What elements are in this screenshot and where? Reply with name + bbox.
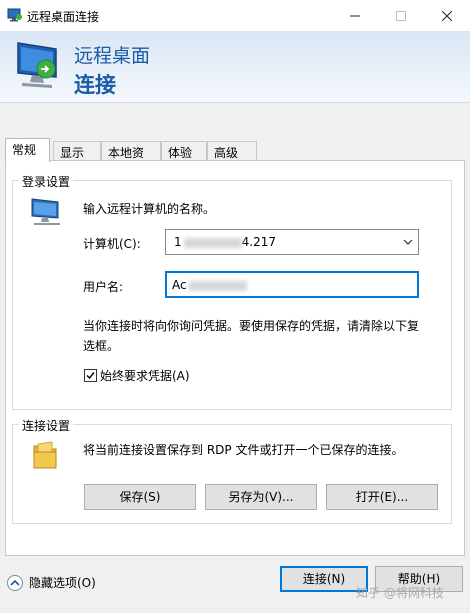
maximize-icon [396,10,406,21]
minimize-button[interactable] [332,0,378,31]
connect-button[interactable]: 连接(N) [280,566,368,592]
computer-value: 1 4.217 [174,235,276,249]
banner-title-line2: 连接 [74,73,116,97]
hide-options-toggle[interactable]: 隐藏选项(O) [7,574,96,591]
watermark-text: 知乎 @将网科技 [356,586,444,600]
login-settings-title: 登录设置 [19,173,74,190]
remote-desktop-icon [17,42,57,88]
window-title: 远程桌面连接 [27,10,100,24]
always-ask-credentials-row[interactable]: 始终要求凭据(A) [84,367,190,384]
always-ask-credentials-label: 始终要求凭据(A) [100,369,190,383]
username-value: Ac [172,278,247,292]
tab-display[interactable]: 显示 [53,141,101,161]
save-as-button[interactable]: 另存为(V)... [205,484,317,510]
tab-advanced[interactable]: 高级 [207,141,257,161]
hide-options-label[interactable]: 隐藏选项(O) [29,574,96,591]
computer-combobox[interactable]: 1 4.217 [165,229,419,255]
banner-header: 远程桌面 连接 [0,31,470,103]
computer-label: 计算机(C): [83,237,141,251]
connection-settings-title: 连接设置 [19,417,74,434]
computer-value-suffix: 4.217 [241,235,276,249]
computer-icon [31,198,60,225]
tab-general[interactable]: 常规 [5,138,50,162]
computer-value-prefix: 1 [174,235,182,249]
title-bar: 远程桌面连接 [0,0,470,31]
chevron-up-icon[interactable] [7,574,23,591]
save-button[interactable]: 保存(S) [84,484,196,510]
close-icon [442,10,452,21]
username-input[interactable]: Ac [165,271,419,298]
tab-local-resources[interactable]: 本地资源 [101,141,161,177]
tab-experience[interactable]: 体验 [161,141,207,161]
maximize-button[interactable] [378,0,424,31]
checkmark-icon [86,372,95,380]
minimize-icon [350,15,360,16]
banner-title-line1: 远程桌面 [74,45,151,67]
credential-note: 当你连接时将向你询问凭据。要使用保存的凭据，请清除以下复选框。 [83,319,420,353]
folder-icon [33,441,57,469]
connection-settings-description: 将当前连接设置保存到 RDP 文件或打开一个已保存的连接。 [83,443,404,457]
redacted-text [188,280,247,291]
login-prompt: 输入远程计算机的名称。 [83,202,216,216]
always-ask-credentials-checkbox[interactable] [84,369,97,382]
open-button[interactable]: 打开(E)... [326,484,438,510]
close-button[interactable] [424,0,470,31]
username-label: 用户名: [83,280,124,294]
chevron-down-icon[interactable] [402,236,414,248]
remote-desktop-icon [7,8,22,22]
redacted-text [183,237,242,248]
username-value-prefix: Ac [172,278,187,292]
